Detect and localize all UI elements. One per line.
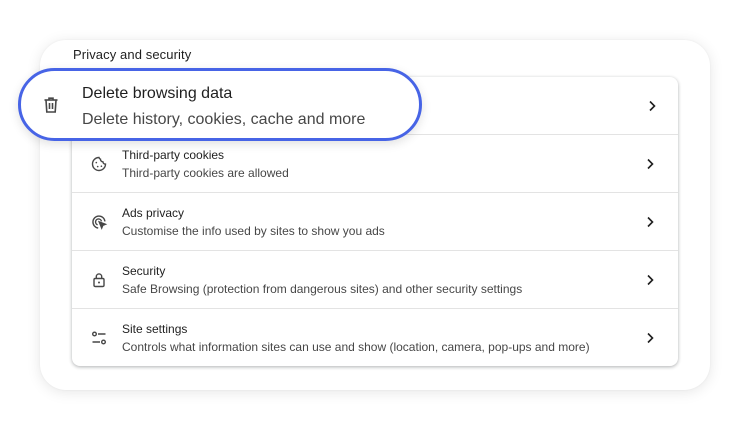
row-title: Ads privacy <box>122 206 185 220</box>
row-subtitle: Third-party cookies are allowed <box>122 166 289 180</box>
settings-row-site-settings[interactable]: Site settings Controls what information … <box>72 308 678 366</box>
chevron-right-icon <box>642 272 658 288</box>
highlighted-item-subtitle: Delete history, cookies, cache and more <box>82 111 366 128</box>
tune-icon <box>90 329 108 347</box>
settings-row-ads-privacy[interactable]: Ads privacy Customise the info used by s… <box>72 192 678 250</box>
row-subtitle: Customise the info used by sites to show… <box>122 224 385 238</box>
delete-browsing-data-highlight[interactable]: Delete browsing data Delete history, coo… <box>18 68 422 141</box>
chevron-right-icon <box>642 156 658 172</box>
row-title: Site settings <box>122 322 188 336</box>
chevron-right-icon <box>642 330 658 346</box>
trash-icon <box>41 95 61 115</box>
highlighted-item-title: Delete browsing data <box>82 85 233 102</box>
row-subtitle: Safe Browsing (protection from dangerous… <box>122 282 523 296</box>
lock-icon <box>90 271 108 289</box>
row-title: Security <box>122 264 166 278</box>
chevron-right-icon <box>642 214 658 230</box>
row-title: Third-party cookies <box>122 148 225 162</box>
row-subtitle: Controls what information sites can use … <box>122 340 590 354</box>
ads-click-icon <box>90 213 108 231</box>
settings-row-security[interactable]: Security Safe Browsing (protection from … <box>72 250 678 308</box>
section-title: Privacy and security <box>73 47 192 62</box>
cookie-icon <box>90 155 108 173</box>
settings-row-third-party-cookies[interactable]: Third-party cookies Third-party cookies … <box>72 134 678 192</box>
chevron-right-icon <box>644 98 660 114</box>
